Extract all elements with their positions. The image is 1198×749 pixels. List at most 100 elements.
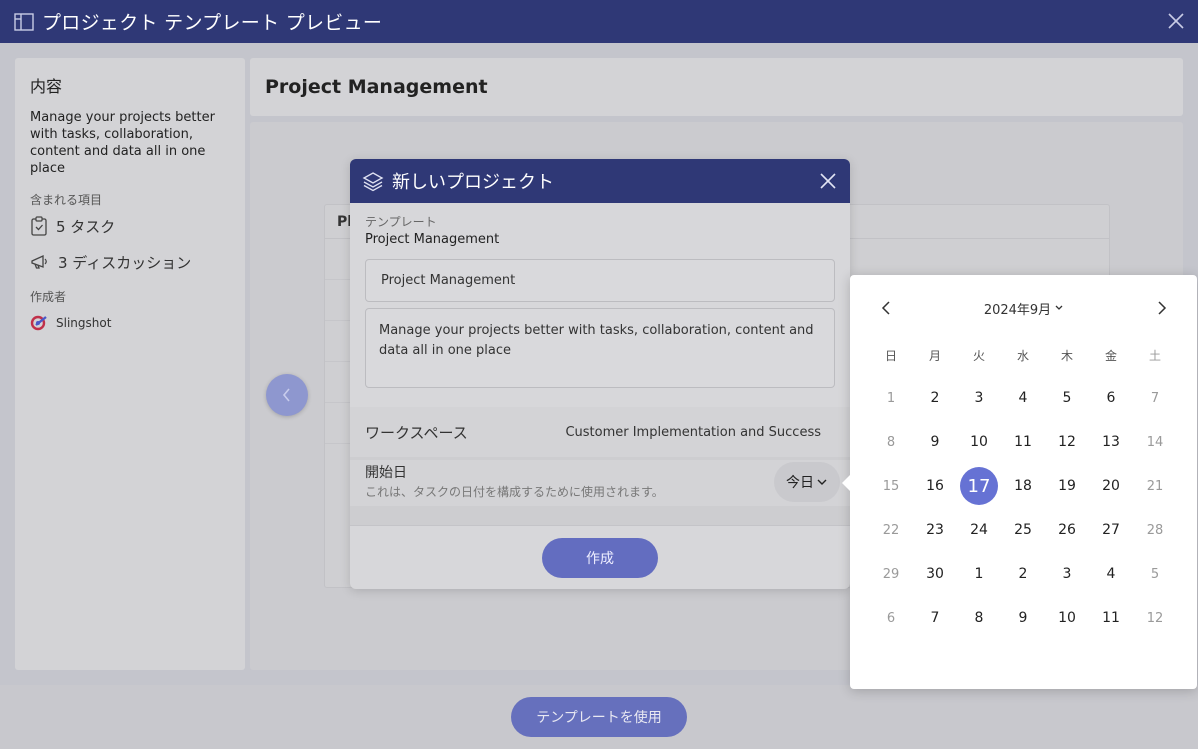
template-info-panel: 内容 Manage your projects better with task…: [15, 58, 245, 670]
tasks-count: 5 タスク: [30, 214, 230, 238]
chevron-right-icon[interactable]: [1150, 297, 1172, 319]
weekday-label: 日: [884, 349, 897, 363]
calendar-day[interactable]: 5: [1045, 376, 1089, 420]
layers-icon: [362, 172, 384, 192]
calendar-day[interactable]: 11: [1089, 596, 1133, 640]
author-label: 作成者: [30, 290, 67, 304]
calendar-day[interactable]: 10: [1045, 596, 1089, 640]
slingshot-logo-icon: [30, 315, 47, 331]
project-settings: ワークスペース Customer Implementation and Succ…: [350, 407, 850, 525]
template-description: Manage your projects better with tasks, …: [30, 110, 215, 176]
calendar-day[interactable]: 23: [913, 508, 957, 552]
weekday-label: 月: [928, 349, 941, 363]
calendar-week: 1234567: [869, 376, 1177, 420]
calendar-day[interactable]: 6: [869, 596, 913, 640]
calendar-day[interactable]: 4: [1089, 552, 1133, 596]
chevron-down-icon: [817, 479, 827, 485]
start-date-picker-button[interactable]: 今日: [774, 462, 840, 502]
popover-arrow: [842, 475, 850, 491]
layout-icon: [14, 12, 34, 31]
calendar-day[interactable]: 22: [869, 508, 913, 552]
calendar-day[interactable]: 6: [1089, 376, 1133, 420]
calendar-day[interactable]: 11: [1001, 420, 1045, 464]
chevron-left-icon[interactable]: [876, 297, 898, 319]
calendar-day[interactable]: 20: [1089, 464, 1133, 508]
calendar-day[interactable]: 16: [913, 464, 957, 508]
info-heading: 内容: [30, 77, 63, 96]
project-title: Project Management: [265, 76, 488, 98]
calendar-day[interactable]: 25: [1001, 508, 1045, 552]
calendar-day[interactable]: 12: [1045, 420, 1089, 464]
title-bar: プロジェクト テンプレート プレビュー: [0, 0, 1198, 43]
calendar-day[interactable]: 14: [1133, 420, 1177, 464]
calendar-day[interactable]: 19: [1045, 464, 1089, 508]
calendar-day[interactable]: 15: [869, 464, 913, 508]
calendar-week: 29 30 1 2 3 4 5: [869, 552, 1177, 596]
weekday-label: 木: [1060, 349, 1073, 363]
weekday-label: 金: [1104, 349, 1117, 363]
calendar-day[interactable]: 8: [869, 420, 913, 464]
calendar-day[interactable]: 9: [1001, 596, 1045, 640]
calendar-day[interactable]: 3: [1045, 552, 1089, 596]
calendar-week: 8 9 10 11 12 13 14: [869, 420, 1177, 464]
close-icon[interactable]: [818, 171, 838, 191]
calendar-day[interactable]: 12: [1133, 596, 1177, 640]
calendar-day[interactable]: 1: [957, 552, 1001, 596]
workspace-row[interactable]: ワークスペース Customer Implementation and Succ…: [350, 407, 850, 457]
tasks-label: 5 タスク: [56, 217, 116, 236]
calendar-day[interactable]: 30: [913, 552, 957, 596]
carousel-prev-button[interactable]: [266, 374, 308, 416]
calendar-week: 15 16 17 18 19 20 21: [869, 464, 1177, 508]
calendar-day[interactable]: 2: [913, 376, 957, 420]
calendar-day[interactable]: 18: [1001, 464, 1045, 508]
calendar-day[interactable]: 10: [957, 420, 1001, 464]
calendar-day[interactable]: 4: [1001, 376, 1045, 420]
calendar-day[interactable]: 1: [869, 376, 913, 420]
today-label: 今日: [786, 475, 814, 491]
calendar-day[interactable]: 7: [913, 596, 957, 640]
calendar-day[interactable]: 8: [957, 596, 1001, 640]
month-label: 2024年9月: [983, 302, 1052, 318]
weekday-label: 土: [1148, 349, 1161, 363]
dialog-body: テンプレート Project Management Project Manage…: [350, 203, 850, 388]
calendar-day[interactable]: 26: [1045, 508, 1089, 552]
calendar-day[interactable]: 2: [1001, 552, 1045, 596]
close-icon[interactable]: [1166, 11, 1186, 31]
author-name: Slingshot: [56, 316, 112, 330]
calendar-day[interactable]: 13: [1089, 420, 1133, 464]
project-name-input[interactable]: Project Management: [365, 259, 835, 302]
calendar-day[interactable]: 7: [1133, 376, 1177, 420]
calendar-day[interactable]: 5: [1133, 552, 1177, 596]
chevron-left-icon: [282, 388, 290, 402]
megaphone-icon: [31, 254, 47, 269]
author: Slingshot: [30, 315, 230, 331]
calendar-day[interactable]: 29: [869, 552, 913, 596]
use-template-button[interactable]: テンプレートを使用: [511, 697, 687, 737]
dialog-header: 新しいプロジェクト: [350, 159, 850, 203]
start-date-help: これは、タスクの日付を構成するために使用されます。: [365, 485, 664, 499]
project-description-input[interactable]: Manage your projects better with tasks, …: [365, 308, 835, 388]
discussions-count: 3 ディスカッション: [30, 250, 230, 274]
workspace-value: Customer Implementation and Success: [565, 424, 821, 440]
create-button[interactable]: 作成: [542, 537, 658, 578]
project-header: Project Management: [250, 58, 1183, 116]
weekday-header: 日月火水木金土: [869, 347, 1177, 364]
month-selector[interactable]: 2024年9月: [972, 297, 1076, 319]
workspace-label: ワークスペース: [365, 423, 468, 442]
discussions-label: 3 ディスカッション: [58, 253, 192, 272]
calendar-day-selected[interactable]: 17: [957, 464, 1001, 508]
calendar-week: 22 23 24 25 26 27 28: [869, 508, 1177, 552]
dialog-title: 新しいプロジェクト: [392, 172, 554, 193]
new-project-dialog: 新しいプロジェクト テンプレート Project Management Proj…: [350, 159, 850, 589]
template-label: テンプレート: [365, 215, 437, 229]
dialog-footer: 作成: [350, 525, 850, 589]
window-title: プロジェクト テンプレート プレビュー: [42, 12, 383, 34]
calendar-day[interactable]: 27: [1089, 508, 1133, 552]
calendar-day[interactable]: 9: [913, 420, 957, 464]
calendar-day[interactable]: 21: [1133, 464, 1177, 508]
calendar-day[interactable]: 24: [957, 508, 1001, 552]
calendar-day[interactable]: 28: [1133, 508, 1177, 552]
weekday-label: 水: [1016, 349, 1029, 363]
clipboard-check-icon: [31, 216, 47, 236]
calendar-day[interactable]: 3: [957, 376, 1001, 420]
